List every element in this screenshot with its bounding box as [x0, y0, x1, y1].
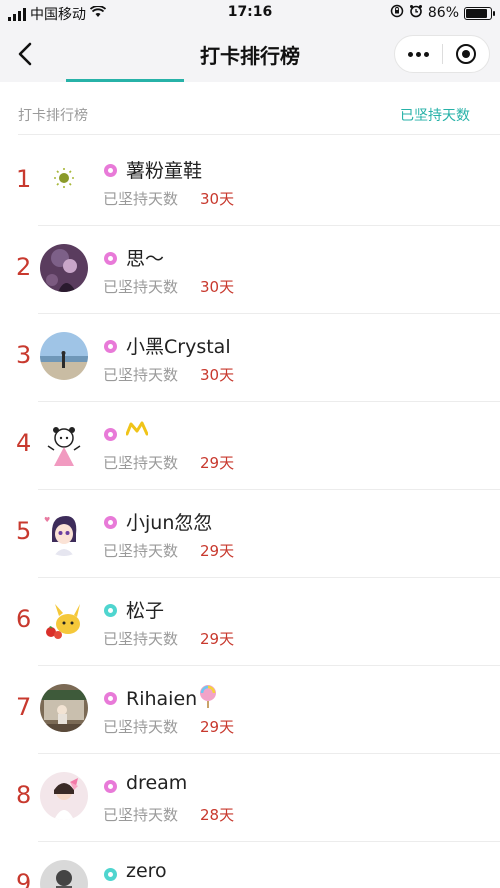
rank-number: 5 [16, 517, 32, 545]
avatar [40, 332, 88, 380]
list-item[interactable]: 2 思～ 已坚持天数 30天 [0, 226, 500, 314]
gender-female-icon [104, 340, 117, 353]
gender-female-icon [104, 164, 117, 177]
avatar [40, 156, 88, 204]
gender-male-icon [104, 868, 117, 881]
gender-female-icon [104, 252, 117, 265]
gender-female-icon [104, 780, 117, 793]
persist-label: 已坚持天数 [103, 806, 179, 824]
nickname: 思～ [126, 248, 165, 270]
list-item[interactable]: 4 已坚持天数 29天 [0, 402, 500, 490]
capsule-menu [394, 35, 490, 73]
gender-male-icon [104, 604, 117, 617]
gender-female-icon [104, 428, 117, 441]
lollipop-emoji-icon [200, 685, 217, 708]
list-item[interactable]: 5 ♥ 小jun忽忽 已坚持天数 29天 [0, 490, 500, 578]
persist-label: 已坚持天数 [103, 366, 179, 384]
status-bar: 中国移动 17:16 86% [0, 0, 500, 26]
list-item[interactable]: 1 薯粉童鞋 已坚持天数 30天 [0, 138, 500, 226]
avatar [40, 860, 88, 888]
rank-list: 1 薯粉童鞋 已坚持天数 30天 2 思～ 已坚持天数 30天 3 小黑Crys… [0, 138, 500, 888]
nickname: zero [126, 860, 167, 882]
rank-number: 1 [16, 165, 32, 193]
rank-number: 6 [16, 605, 32, 633]
tab-indicator [66, 79, 184, 82]
svg-text:♥: ♥ [44, 516, 50, 524]
days-count: 29天 [200, 630, 235, 648]
days-count: 29天 [200, 718, 235, 736]
rank-number: 8 [16, 781, 32, 809]
avatar [40, 596, 88, 644]
divider [18, 134, 500, 135]
rank-number: 7 [16, 693, 32, 721]
rotation-lock-icon [390, 4, 404, 22]
more-button[interactable] [395, 35, 442, 73]
days-count: 30天 [200, 366, 235, 384]
days-count: 29天 [200, 542, 235, 560]
persist-label: 已坚持天数 [103, 718, 179, 736]
list-item[interactable]: 6 松子 已坚持天数 29天 [0, 578, 500, 666]
nickname: 薯粉童鞋 [126, 160, 203, 182]
rank-number: 3 [16, 341, 32, 369]
rank-number: 4 [16, 429, 32, 457]
list-header-title: 打卡排行榜 [18, 108, 88, 124]
nickname: dream [126, 772, 188, 794]
nickname [125, 420, 149, 442]
persist-label: 已坚持天数 [103, 278, 179, 296]
list-item[interactable]: 7 Rihaien 已坚持天数 29天 [0, 666, 500, 754]
list-item[interactable]: 9 zero [0, 842, 500, 888]
nickname-text: Rihaien [126, 688, 198, 710]
persist-label: 已坚持天数 [103, 630, 179, 648]
avatar [40, 684, 88, 732]
avatar: ♥ [40, 508, 88, 556]
nickname: 小黑Crystal [126, 336, 231, 358]
alarm-icon [409, 4, 423, 22]
days-count: 30天 [200, 278, 235, 296]
avatar [40, 420, 88, 468]
avatar [40, 772, 88, 820]
list-item[interactable]: 8 dream 已坚持天数 28天 [0, 754, 500, 842]
gender-female-icon [104, 692, 117, 705]
target-icon [455, 44, 476, 64]
nickname: 松子 [126, 600, 165, 622]
persist-label: 已坚持天数 [103, 190, 179, 208]
days-count: 30天 [200, 190, 235, 208]
status-right: 86% [390, 4, 495, 22]
nickname: 小jun忽忽 [126, 512, 213, 534]
list-header: 打卡排行榜 已坚持天数 [0, 95, 500, 135]
close-miniprogram-button[interactable] [442, 35, 489, 73]
days-count: 29天 [200, 454, 235, 472]
avatar [40, 244, 88, 292]
list-header-days: 已坚持天数 [400, 108, 470, 124]
persist-label: 已坚持天数 [103, 542, 179, 560]
gender-female-icon [104, 516, 117, 529]
rank-number: 2 [16, 253, 32, 281]
nav-bar: 打卡排行榜 [0, 26, 500, 82]
days-count: 28天 [200, 806, 235, 824]
nickname: Rihaien [126, 684, 219, 710]
persist-label: 已坚持天数 [103, 454, 179, 472]
battery-percent: 86% [427, 5, 459, 21]
more-dots-icon [407, 51, 429, 57]
crown-emoji-icon [125, 421, 149, 436]
list-item[interactable]: 3 小黑Crystal 已坚持天数 30天 [0, 314, 500, 402]
battery-icon [464, 6, 495, 20]
rank-number: 9 [16, 869, 32, 888]
